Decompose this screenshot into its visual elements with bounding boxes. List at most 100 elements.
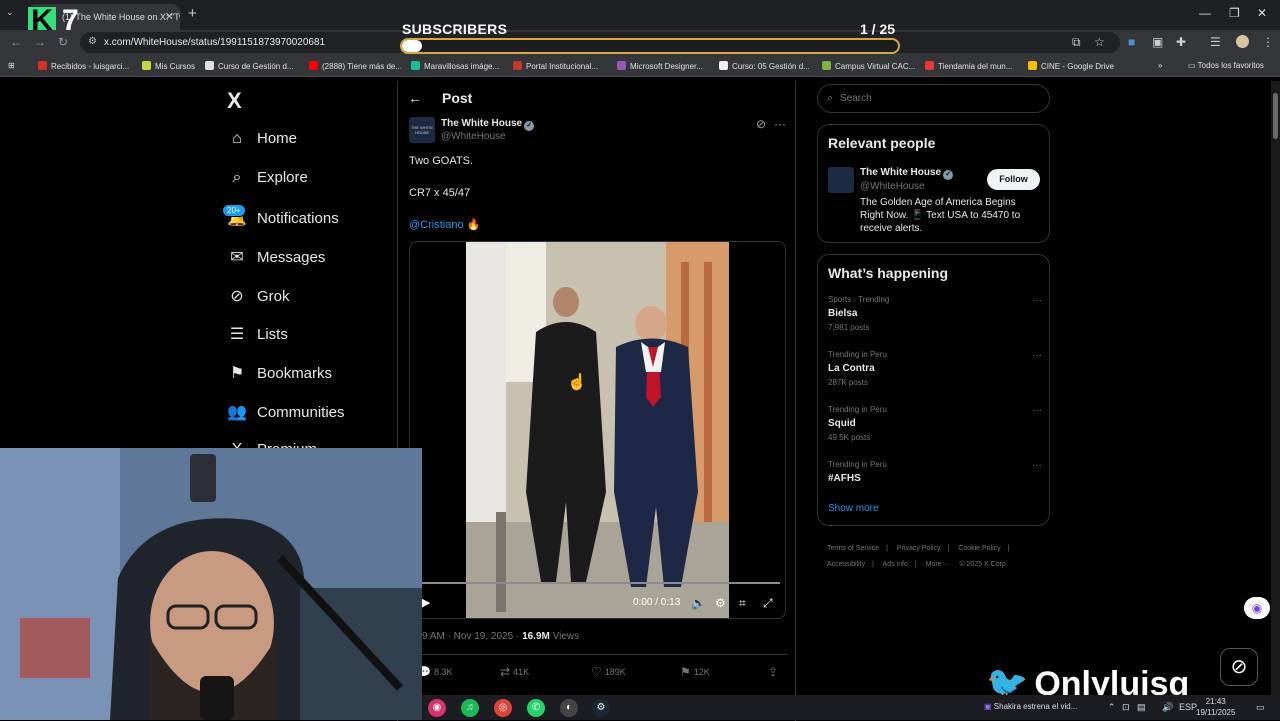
back-icon[interactable]: ← bbox=[10, 35, 22, 49]
trend-item[interactable]: Trending in Peru Squid 49.5K posts ··· bbox=[828, 405, 1042, 449]
scrollbar-thumb[interactable] bbox=[1273, 93, 1278, 139]
bookmark-4[interactable]: Maravillosas imáge... bbox=[411, 61, 499, 71]
spotify-icon[interactable]: ♫ bbox=[461, 699, 479, 717]
extension-floating-icon[interactable]: ◉ bbox=[1244, 597, 1270, 619]
system-clock[interactable]: 21:43 19/11/2025 bbox=[1196, 696, 1235, 718]
news-widget[interactable]: ▣ Shakira estrena el vid... bbox=[984, 702, 1077, 711]
bookmark-1[interactable]: Mis Cursos bbox=[142, 61, 195, 71]
nav-messages[interactable]: ✉ Messages bbox=[226, 247, 325, 273]
bookmark-3[interactable]: (2888) Tiene más de... bbox=[309, 61, 402, 71]
relevant-person-name[interactable]: The White House ✓ bbox=[860, 167, 954, 180]
star-icon[interactable]: ☆ bbox=[1094, 35, 1105, 49]
new-tab-icon[interactable]: + bbox=[188, 5, 197, 22]
tray-up-icon[interactable]: ⌃ bbox=[1108, 702, 1116, 713]
mention-link[interactable]: @Cristiano 🔥 bbox=[409, 218, 480, 231]
grok-floating-button[interactable]: ⊘ bbox=[1220, 648, 1258, 686]
relevant-person-handle[interactable]: @WhiteHouse bbox=[860, 181, 925, 192]
footer-link[interactable]: Accessibility bbox=[827, 561, 865, 568]
x-logo[interactable]: X bbox=[227, 88, 242, 114]
relevant-person-avatar[interactable] bbox=[828, 167, 854, 193]
site-info-icon[interactable]: ⚙ bbox=[88, 36, 97, 47]
share-button[interactable]: ⇪ bbox=[768, 665, 781, 679]
bookmark-0[interactable]: Recibidos - luisgarci... bbox=[38, 61, 129, 71]
fullscreen-icon[interactable]: ⤢ bbox=[763, 596, 773, 611]
extension-icon[interactable]: ▣ bbox=[1152, 35, 1163, 49]
bookmark-6[interactable]: Microsoft Designer... bbox=[617, 61, 703, 71]
nav-grok[interactable]: ⊘ Grok bbox=[226, 286, 289, 312]
bookmark-8[interactable]: Campus Virtual CAC... bbox=[822, 61, 915, 71]
profile-avatar[interactable] bbox=[1236, 35, 1249, 48]
grok-explain-icon[interactable]: ⊘ bbox=[756, 117, 766, 131]
show-more-link[interactable]: Show more bbox=[828, 503, 879, 514]
bookmark-2[interactable]: Curso de Gestión d... bbox=[205, 61, 294, 71]
trend-more-icon[interactable]: ··· bbox=[1032, 405, 1042, 416]
nav-lists[interactable]: ☰ Lists bbox=[226, 324, 288, 350]
play-icon[interactable]: ▶ bbox=[422, 596, 430, 609]
footer-links: Terms of Service | Privacy Policy | Cookie… bbox=[827, 541, 1047, 573]
search-box[interactable]: ⌕ Search bbox=[817, 84, 1050, 113]
settings-gear-icon[interactable]: ⚙ bbox=[715, 596, 726, 610]
repost-button[interactable]: ⇄ 41K bbox=[500, 665, 529, 679]
trend-more-icon[interactable]: ··· bbox=[1032, 295, 1042, 306]
tray-icon[interactable]: ⊡ bbox=[1122, 702, 1130, 713]
volume-icon[interactable]: 🔈 bbox=[691, 596, 706, 610]
post-timestamp[interactable]: 9 AM · Nov 19, 2025 · bbox=[422, 631, 522, 642]
reload-icon[interactable]: ↻ bbox=[58, 35, 68, 49]
tray-icon[interactable]: ▤ bbox=[1137, 702, 1146, 713]
install-app-icon[interactable]: ⧉ bbox=[1072, 35, 1081, 50]
trend-posts: 7,981 posts bbox=[828, 323, 870, 332]
extension-icon[interactable]: ■ bbox=[1128, 35, 1135, 49]
whatsapp-icon[interactable]: ✆ bbox=[527, 699, 545, 717]
tab-close-icon[interactable]: ✕ bbox=[165, 10, 174, 23]
speaker-icon[interactable]: 🔊 bbox=[1162, 702, 1173, 713]
chrome-icon[interactable]: ◎ bbox=[494, 699, 512, 717]
reading-list-icon[interactable]: ☰ bbox=[1210, 35, 1221, 49]
obs-icon[interactable]: ◐ bbox=[560, 699, 578, 717]
bookmark-7[interactable]: Curso: 05 Gestión d... bbox=[719, 61, 810, 71]
video-player[interactable]: ▶ 0:00 / 0:13 🔈 ⚙ ⌗ ⤢ bbox=[409, 241, 786, 619]
footer-link[interactable]: Terms of Service bbox=[827, 545, 879, 552]
apps-grid-icon[interactable]: ⊞ bbox=[8, 61, 15, 70]
nav-communities[interactable]: 👥 Communities bbox=[226, 402, 345, 428]
more-options-icon[interactable]: ··· bbox=[774, 117, 786, 131]
restore-icon[interactable]: ❐ bbox=[1229, 6, 1240, 20]
close-window-icon[interactable]: ✕ bbox=[1257, 6, 1267, 20]
menu-kebab-icon[interactable]: ⋮ bbox=[1262, 35, 1274, 49]
nav-explore[interactable]: ⌕ Explore bbox=[226, 169, 308, 195]
bookmark-5[interactable]: Portal Institucional... bbox=[513, 61, 598, 71]
app-icon[interactable]: ◉ bbox=[428, 699, 446, 717]
video-progress-bar[interactable] bbox=[422, 582, 780, 584]
page-scrollbar[interactable] bbox=[1271, 81, 1280, 701]
trend-more-icon[interactable]: ··· bbox=[1032, 350, 1042, 361]
all-bookmarks[interactable]: ▭ Todos los favoritos bbox=[1188, 61, 1264, 70]
nav-bookmarks[interactable]: ⚑ Bookmarks bbox=[226, 363, 332, 389]
footer-link[interactable]: Ads info bbox=[883, 561, 908, 568]
keyboard-language[interactable]: ESP bbox=[1179, 702, 1197, 712]
bookmark-button[interactable]: ⚑ 12K bbox=[680, 665, 710, 679]
like-button[interactable]: ♡ 189K bbox=[591, 665, 626, 679]
bookmark-9[interactable]: Tiendamia del mun... bbox=[925, 61, 1012, 71]
video-frame[interactable] bbox=[466, 242, 729, 618]
footer-link[interactable]: More ··· bbox=[926, 561, 951, 568]
forward-icon[interactable]: → bbox=[34, 35, 46, 49]
notification-center-icon[interactable]: ▭ bbox=[1256, 702, 1265, 713]
footer-link[interactable]: Cookie Policy bbox=[958, 545, 1000, 552]
extensions-puzzle-icon[interactable]: ✚ bbox=[1176, 35, 1186, 49]
author-avatar[interactable]: THE WHITE HOUSE bbox=[409, 117, 435, 143]
author-name[interactable]: The White House ✓ bbox=[441, 118, 535, 131]
bookmark-10[interactable]: CINE - Google Drive bbox=[1028, 61, 1114, 71]
footer-link[interactable]: Privacy Policy bbox=[897, 545, 941, 552]
nav-home[interactable]: ⌂ Home bbox=[226, 130, 297, 156]
trend-item[interactable]: Sports · Trending Bielsa 7,981 posts ··· bbox=[828, 295, 1042, 339]
back-arrow-icon[interactable]: ← bbox=[408, 90, 422, 106]
steam-icon[interactable]: ⚙ bbox=[592, 699, 610, 717]
follow-button[interactable]: Follow bbox=[987, 169, 1040, 190]
trend-item[interactable]: Trending in Peru #AFHS ··· bbox=[828, 460, 1042, 504]
trend-more-icon[interactable]: ··· bbox=[1032, 460, 1042, 471]
minimize-icon[interactable]: — bbox=[1199, 6, 1211, 20]
trend-item[interactable]: Trending in Peru La Contra 287K posts ··… bbox=[828, 350, 1042, 394]
bookmarks-overflow-icon[interactable]: » bbox=[1158, 61, 1162, 70]
crop-icon[interactable]: ⌗ bbox=[739, 596, 746, 611]
author-handle[interactable]: @WhiteHouse bbox=[441, 131, 506, 142]
tab-search-icon[interactable]: ⌄ bbox=[6, 7, 14, 18]
